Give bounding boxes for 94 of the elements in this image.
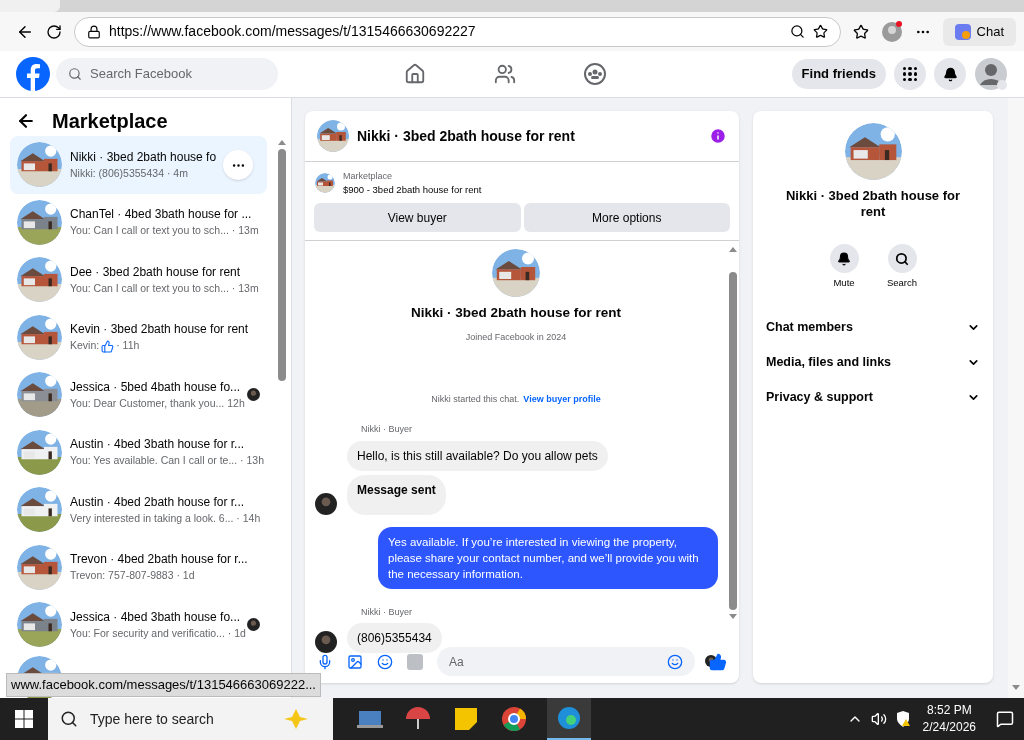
friends-icon[interactable] <box>493 63 516 85</box>
sidebar-title: Marketplace <box>52 109 168 134</box>
conversation-item[interactable]: Trevon · 4bed 2bath house for r... Trevon: 757-807-9883 · 1d <box>10 538 267 596</box>
edge-icon[interactable] <box>547 698 591 740</box>
back-icon[interactable] <box>16 111 36 131</box>
conversation-item[interactable]: Nikki · 3bed 2bath house fo Nikki: (806)5355434 · 4m <box>10 136 267 194</box>
scroll-up-icon[interactable] <box>278 140 286 145</box>
scroll-down-icon[interactable] <box>729 614 737 619</box>
favorite-icon[interactable] <box>812 24 828 39</box>
conversation-preview: Trevon: 757-807-9883 · 1d <box>70 568 195 584</box>
notifications-icon[interactable] <box>934 58 966 90</box>
conversation-preview: You: Can I call or text you to sch... · 13m <box>70 223 259 239</box>
conversation-title: Trevon · 4bed 2bath house for r... <box>70 551 248 569</box>
clock-date[interactable]: 2/24/2026 <box>922 719 976 736</box>
home-icon[interactable] <box>403 63 426 85</box>
like-icon[interactable] <box>709 652 727 671</box>
conversation-title: Dee · 3bed 2bath house for rent <box>70 263 241 281</box>
scrollbar-thumb[interactable] <box>278 149 286 381</box>
conversation-item[interactable]: Dee · 3bed 2bath house for rent You: Can I call or text you to sch... · 13m <box>10 251 267 309</box>
message-bubble: Hello, is this still available? Do you allow pets <box>347 440 608 471</box>
search-icon <box>60 710 78 728</box>
conversation-preview: You: Dear Customer, thank you... 12h <box>70 395 245 411</box>
conversation-item[interactable]: Jessica · 4bed 3bath house fo... You: For security and verificatio... · 1d <box>10 596 267 654</box>
link-status-tooltip: www.facebook.com/messages/t/131546663069222... <box>6 673 321 697</box>
sender-label: Nikki · Buyer <box>361 605 413 619</box>
taskbar-search-field[interactable]: Type here to search <box>48 698 333 740</box>
scrollbar-thumb[interactable] <box>729 272 737 610</box>
message-bubble: (806)5355434 <box>347 623 442 654</box>
action-button[interactable]: View buyer <box>314 203 521 232</box>
conversation-time: · 11h <box>116 338 140 354</box>
chat-started-text: Nikki started this chat. <box>431 392 520 406</box>
details-name: Nikki · 3bed 2bath house for rent <box>784 188 962 220</box>
photo-icon[interactable] <box>347 653 363 670</box>
volume-icon[interactable] <box>870 711 887 727</box>
conversation-preview: Very interested in taking a look. 6... · 14h <box>70 510 261 526</box>
details-section[interactable]: Privacy & support <box>766 380 980 416</box>
zoom-icon[interactable] <box>789 24 805 39</box>
copilot-icon <box>954 23 971 40</box>
windows-start-icon[interactable] <box>15 710 33 728</box>
conversation-preview: You: Yes available. Can I call or te... · 13h <box>70 453 264 469</box>
message-bubble: Yes available. If you’re interested in viewing the property, please share your contact number, and we’ll provide you with the necessary information. <box>378 526 718 589</box>
conversation-item[interactable]: Austin · 4bed 3bath house for r... You: Yes available. Can I call or te... · 13h <box>10 423 267 481</box>
address-bar[interactable]: https://www.facebook.com/messages/t/1315466630692227 <box>74 16 841 47</box>
conversation-item[interactable]: Austin · 4bed 2bath house for r... Very interested in taking a look. 6... · 14h <box>10 481 267 539</box>
profile-icon[interactable] <box>880 20 903 43</box>
conversation-item[interactable]: ChanTel · 4bed 3bath house for ... You: Can I call or text you to sch... · 13m <box>10 193 267 251</box>
message-bubble: Message sent <box>347 474 446 515</box>
scroll-down-icon[interactable] <box>1012 685 1020 690</box>
details-section[interactable]: Media, files and links <box>766 345 980 381</box>
emoji-icon[interactable] <box>667 653 683 670</box>
reload-icon[interactable] <box>46 23 62 40</box>
conversation-title: Kevin · 3bed 2bath house for rent <box>70 321 249 339</box>
search-icon <box>68 67 82 81</box>
favorites-icon[interactable] <box>852 23 869 40</box>
conversation-title: Austin · 4bed 3bath house for r... <box>70 436 245 454</box>
find-friends-button[interactable]: Find friends <box>791 59 886 89</box>
conversation-preview: You: Can I call or text you to sch... · 13m <box>70 280 259 296</box>
intro-name: Nikki · 3bed 2bath house for rent <box>410 304 621 322</box>
joined-text: Joined Facebook in 2024 <box>465 331 567 345</box>
facebook-logo-icon[interactable] <box>16 57 50 91</box>
listing-label: Marketplace <box>343 170 394 183</box>
bell-icon <box>837 251 851 266</box>
conversation-title: ChanTel · 4bed 3bath house for ... <box>70 206 252 224</box>
conversation-preview: You: For security and verificatio... · 1d <box>70 625 246 641</box>
buyer-profile-link[interactable]: View buyer profile <box>523 392 601 407</box>
conversation-preview: Nikki: (806)5355434 · 4m <box>70 165 188 181</box>
conversation-title: Jessica · 5bed 4bath house fo... <box>70 378 241 396</box>
apps-icon[interactable] <box>894 58 926 90</box>
notifications-icon[interactable] <box>996 710 1014 728</box>
info-icon[interactable] <box>709 127 727 145</box>
message-field[interactable]: Aa <box>437 647 695 676</box>
sticker-icon[interactable] <box>377 653 393 670</box>
clock-time[interactable]: 8:52 PM <box>926 702 972 719</box>
conversation-title: Jessica · 4bed 3bath house fo... <box>70 608 241 626</box>
scroll-up-icon[interactable] <box>729 247 737 252</box>
search-icon <box>895 251 909 266</box>
account-icon[interactable] <box>974 57 1008 91</box>
shield-warning-icon[interactable] <box>894 711 911 727</box>
lock-icon <box>87 24 101 39</box>
microphone-icon[interactable] <box>317 653 333 670</box>
listing-title[interactable]: $900 - 3bed 2bath house for rent <box>343 183 482 197</box>
conversation-item[interactable]: Jessica · 5bed 4bath house fo... You: Dear Customer, thank you... 12h <box>10 366 267 424</box>
groups-icon[interactable] <box>583 63 606 85</box>
copilot-chat-button[interactable]: Chat <box>942 17 1016 46</box>
search-field[interactable]: Search Facebook <box>56 58 278 90</box>
conversation-item[interactable]: Kevin · 3bed 2bath house for rent Kevin: · 11h <box>10 308 267 366</box>
details-section[interactable]: Chat members <box>766 310 980 346</box>
conversation-title: Austin · 4bed 2bath house for r... <box>70 493 245 511</box>
action-button[interactable]: More options <box>523 203 730 232</box>
conversation-preview: Kevin: <box>70 338 100 354</box>
chat-title: Nikki · 3bed 2bath house for rent <box>357 126 576 146</box>
chrome-icon[interactable] <box>499 704 529 734</box>
sender-label: Nikki · Buyer <box>361 423 413 437</box>
conversation-title: Nikki · 3bed 2bath house fo <box>70 148 217 166</box>
